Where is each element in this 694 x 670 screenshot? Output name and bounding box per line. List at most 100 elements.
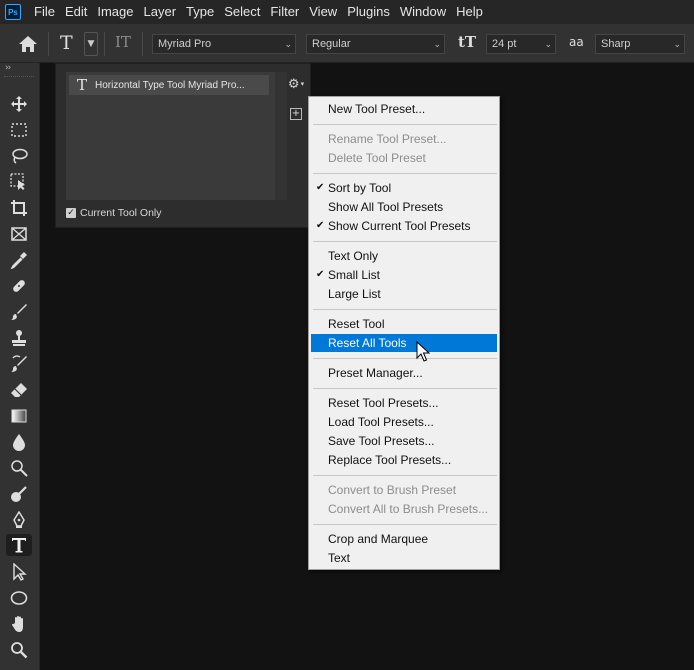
divider bbox=[142, 32, 143, 56]
menu-item-reset-all-tools[interactable]: Reset All Tools bbox=[311, 334, 497, 352]
gear-icon: ⚙ bbox=[287, 76, 300, 92]
eraser-tool-icon[interactable] bbox=[8, 379, 30, 401]
menu-item-rename-tool-preset[interactable]: Rename Tool Preset... bbox=[311, 130, 497, 148]
menu-plugins[interactable]: Plugins bbox=[342, 0, 395, 24]
chevron-down-icon: ⌄ bbox=[433, 39, 441, 49]
collapse-panel-icon[interactable]: ›› bbox=[5, 63, 11, 73]
tool-preset-picker[interactable]: ▼ bbox=[84, 32, 98, 56]
menu-item-reset-tool-presets[interactable]: Reset Tool Presets... bbox=[311, 394, 497, 412]
anti-alias-select[interactable]: Sharp ⌄ bbox=[595, 34, 685, 54]
home-icon[interactable] bbox=[18, 35, 38, 53]
menu-bar: Ps File Edit Image Layer Type Select Fil… bbox=[0, 0, 694, 24]
zoom-tool-icon[interactable] bbox=[8, 639, 30, 661]
panel-grip[interactable] bbox=[4, 76, 34, 86]
checkbox-check-icon[interactable]: ✓ bbox=[66, 208, 76, 218]
menu-item-convert-to-brush-preset[interactable]: Convert to Brush Preset bbox=[311, 481, 497, 499]
menu-item-save-tool-presets[interactable]: Save Tool Presets... bbox=[311, 432, 497, 450]
ellipse-tool-icon[interactable] bbox=[8, 587, 30, 609]
menu-view[interactable]: View bbox=[304, 0, 342, 24]
type-tool-icon[interactable] bbox=[6, 534, 32, 556]
font-size-select[interactable]: 24 pt ⌄ bbox=[486, 34, 556, 54]
preset-list[interactable]: T Horizontal Type Tool Myriad Pro... bbox=[66, 72, 275, 200]
toggle-text-orientation-icon[interactable]: IT bbox=[115, 33, 131, 51]
panel-menu-gear-icon[interactable]: ⚙ ▾ bbox=[286, 74, 306, 94]
dodge-tool-icon[interactable] bbox=[8, 457, 30, 479]
chevron-down-icon: ⌄ bbox=[673, 39, 681, 49]
history-brush-tool-icon[interactable] bbox=[8, 353, 30, 375]
panel-context-menu: New Tool Preset... Rename Tool Preset...… bbox=[308, 96, 500, 570]
menu-image[interactable]: Image bbox=[92, 0, 138, 24]
menu-separator bbox=[313, 475, 497, 476]
move-tool-icon[interactable] bbox=[8, 93, 30, 115]
object-select-tool-icon[interactable] bbox=[8, 171, 30, 193]
menu-separator bbox=[313, 524, 497, 525]
menu-item-large-list[interactable]: Large List bbox=[311, 285, 497, 303]
photoshop-logo-icon[interactable]: Ps bbox=[5, 4, 21, 20]
chevron-down-icon: ▾ bbox=[300, 80, 305, 88]
clone-stamp-tool-icon[interactable] bbox=[8, 327, 30, 349]
menu-type[interactable]: Type bbox=[181, 0, 219, 24]
menu-window[interactable]: Window bbox=[395, 0, 451, 24]
divider bbox=[48, 32, 49, 56]
eyedropper-tool-icon[interactable] bbox=[8, 249, 30, 271]
type-preset-icon: T bbox=[77, 76, 88, 94]
menu-separator bbox=[313, 124, 497, 125]
menu-item-show-current-tool-presets[interactable]: ✔ Show Current Tool Presets bbox=[311, 217, 497, 235]
menu-item-convert-all-to-brush-presets[interactable]: Convert All to Brush Presets... bbox=[311, 500, 497, 518]
menu-item-label: Sort by Tool bbox=[328, 181, 392, 195]
menu-item-text-only[interactable]: Text Only bbox=[311, 247, 497, 265]
font-family-select[interactable]: Myriad Pro ⌄ bbox=[152, 34, 296, 54]
path-select-tool-icon[interactable] bbox=[8, 561, 30, 583]
type-tool-preset-icon[interactable]: T bbox=[60, 32, 73, 54]
font-size-value: 24 pt bbox=[492, 38, 517, 50]
menu-separator bbox=[313, 309, 497, 310]
menu-item-delete-tool-preset[interactable]: Delete Tool Preset bbox=[311, 149, 497, 167]
menu-filter[interactable]: Filter bbox=[265, 0, 304, 24]
menu-item-label: Small List bbox=[328, 268, 381, 282]
gradient-tool-icon[interactable] bbox=[8, 405, 30, 427]
healing-brush-tool-icon[interactable] bbox=[8, 275, 30, 297]
menu-item-small-list[interactable]: ✔ Small List bbox=[311, 266, 497, 284]
chevron-down-icon: ▼ bbox=[87, 39, 95, 49]
tool-presets-panel: T Horizontal Type Tool Myriad Pro... ⚙ ▾ … bbox=[55, 63, 311, 228]
menu-item-sort-by-tool[interactable]: ✔ Sort by Tool bbox=[311, 179, 497, 197]
checkmark-icon: ✔ bbox=[316, 220, 325, 231]
frame-tool-icon[interactable] bbox=[8, 223, 30, 245]
chevron-down-icon: ⌄ bbox=[544, 39, 552, 49]
menu-item-show-all-tool-presets[interactable]: Show All Tool Presets bbox=[311, 198, 497, 216]
crop-tool-icon[interactable] bbox=[8, 197, 30, 219]
font-family-value: Myriad Pro bbox=[158, 38, 212, 50]
current-tool-only-checkbox[interactable]: ✓ Current Tool Only bbox=[66, 207, 162, 219]
menu-item-replace-tool-presets[interactable]: Replace Tool Presets... bbox=[311, 451, 497, 469]
smudge-tool-icon[interactable] bbox=[8, 483, 30, 505]
font-size-icon: tT bbox=[458, 33, 477, 51]
pen-tool-icon[interactable] bbox=[8, 509, 30, 531]
menu-layer[interactable]: Layer bbox=[139, 0, 182, 24]
new-preset-button[interactable]: + bbox=[290, 108, 302, 120]
menu-help[interactable]: Help bbox=[451, 0, 488, 24]
current-tool-only-label: Current Tool Only bbox=[80, 207, 162, 219]
brush-tool-icon[interactable] bbox=[8, 301, 30, 323]
anti-alias-icon: aa bbox=[569, 35, 584, 49]
list-item[interactable]: T Horizontal Type Tool Myriad Pro... bbox=[69, 75, 269, 95]
options-bar: T ▼ IT Myriad Pro ⌄ Regular ⌄ tT 24 pt ⌄… bbox=[0, 24, 694, 63]
menu-separator bbox=[313, 173, 497, 174]
preset-label: Horizontal Type Tool Myriad Pro... bbox=[95, 79, 245, 91]
menu-file[interactable]: File bbox=[29, 0, 60, 24]
lasso-tool-icon[interactable] bbox=[8, 145, 30, 167]
blur-tool-icon[interactable] bbox=[8, 431, 30, 453]
marquee-tool-icon[interactable] bbox=[8, 119, 30, 141]
mouse-cursor-icon bbox=[416, 340, 431, 363]
tools-panel: ›› bbox=[0, 63, 40, 670]
font-style-select[interactable]: Regular ⌄ bbox=[306, 34, 445, 54]
menu-item-crop-and-marquee[interactable]: Crop and Marquee bbox=[311, 530, 497, 548]
menu-item-new-tool-preset[interactable]: New Tool Preset... bbox=[311, 100, 497, 118]
menu-item-reset-tool[interactable]: Reset Tool bbox=[311, 315, 497, 333]
menu-item-preset-manager[interactable]: Preset Manager... bbox=[311, 364, 497, 382]
menu-item-load-tool-presets[interactable]: Load Tool Presets... bbox=[311, 413, 497, 431]
menu-select[interactable]: Select bbox=[219, 0, 265, 24]
hand-tool-icon[interactable] bbox=[8, 613, 30, 635]
menu-edit[interactable]: Edit bbox=[60, 0, 92, 24]
chevron-down-icon: ⌄ bbox=[284, 39, 292, 49]
menu-item-text[interactable]: Text bbox=[311, 549, 497, 567]
